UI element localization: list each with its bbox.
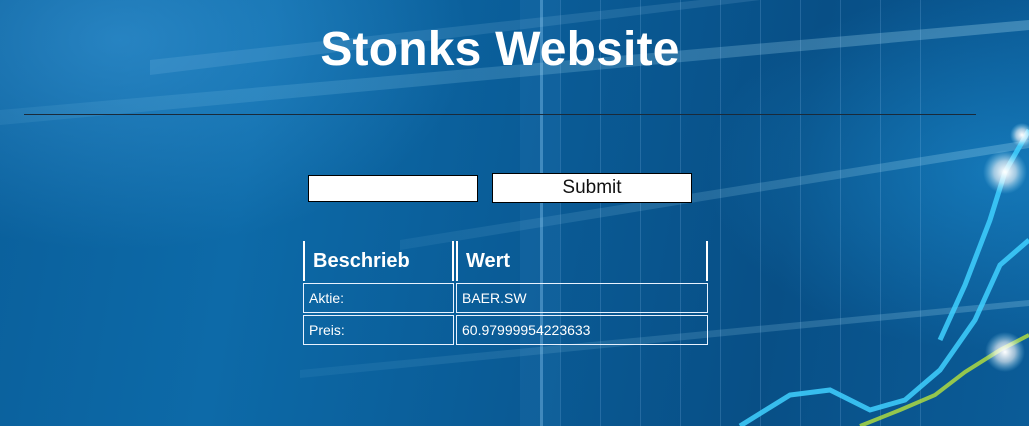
row-value-preis: 60.97999954223633	[456, 315, 708, 345]
table-row: Preis: 60.97999954223633	[303, 315, 708, 345]
header-divider	[24, 114, 976, 115]
result-table: Beschrieb Wert Aktie: BAER.SW Preis: 60.…	[301, 239, 710, 347]
column-header-wert: Wert	[456, 241, 708, 281]
stock-symbol-input[interactable]	[308, 175, 478, 202]
row-value-aktie: BAER.SW	[456, 283, 708, 313]
row-label-preis: Preis:	[303, 315, 454, 345]
table-header-row: Beschrieb Wert	[303, 241, 708, 281]
column-header-beschrieb: Beschrieb	[303, 241, 454, 281]
submit-button[interactable]: Submit	[492, 173, 692, 203]
page-title: Stonks Website	[320, 23, 680, 76]
table-row: Aktie: BAER.SW	[303, 283, 708, 313]
row-label-aktie: Aktie:	[303, 283, 454, 313]
